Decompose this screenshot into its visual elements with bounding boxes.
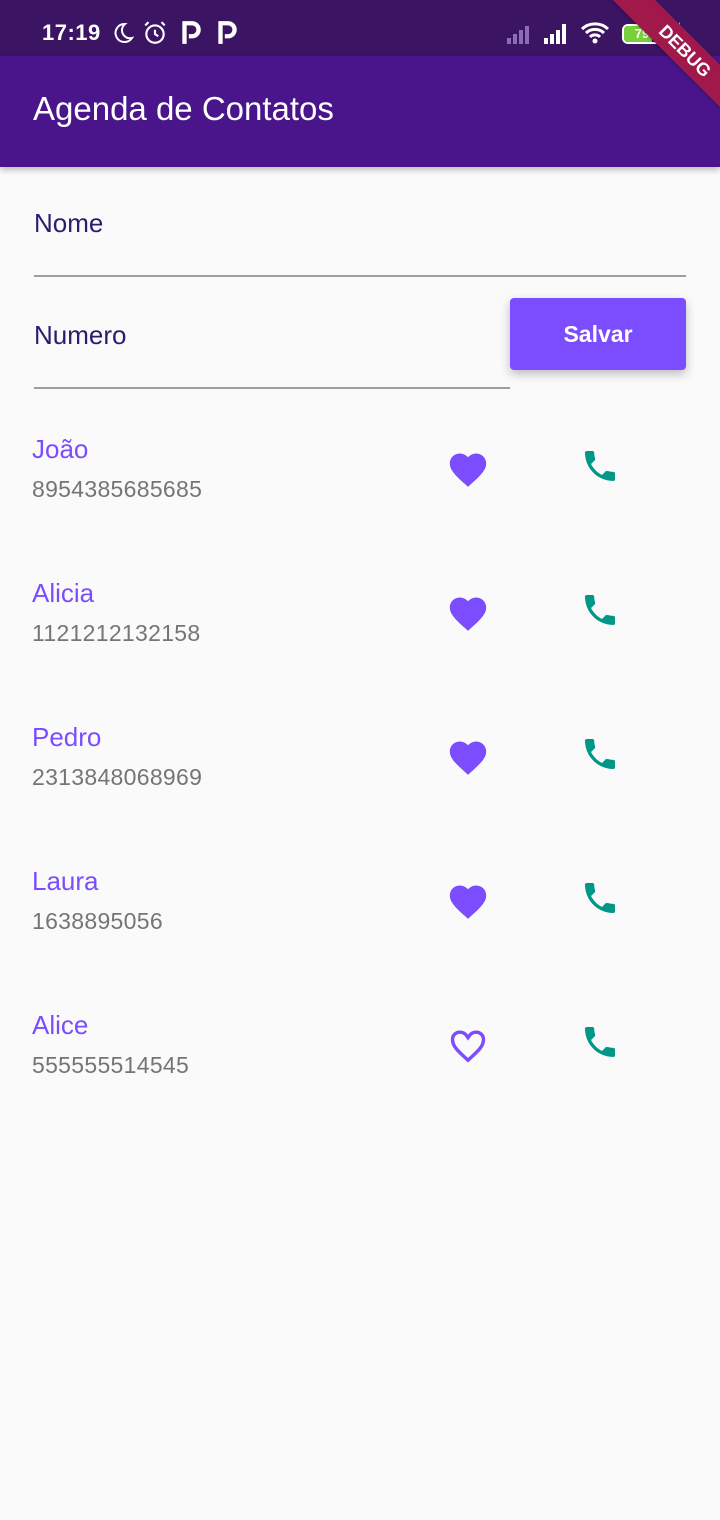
list-item[interactable]: Alicia 1121212132158 xyxy=(0,574,720,718)
phone-icon[interactable] xyxy=(572,1014,628,1070)
status-bar: 17:19 79 xyxy=(0,0,720,56)
contact-number: 1638895056 xyxy=(32,908,163,934)
heart-filled-icon[interactable] xyxy=(440,584,496,640)
contact-name: Alice xyxy=(32,1010,89,1040)
page-title: Agenda de Contatos xyxy=(33,90,334,127)
signal-icon xyxy=(542,20,572,48)
moon-icon xyxy=(110,20,134,48)
list-item[interactable]: Pedro 2313848068969 xyxy=(0,718,720,862)
phone-icon[interactable] xyxy=(572,582,628,638)
contact-name: João xyxy=(32,434,89,464)
list-item[interactable]: Alice 555555514545 xyxy=(0,1006,720,1150)
status-time: 17:19 xyxy=(42,20,101,45)
name-field-underline xyxy=(34,275,686,277)
contact-number: 8954385685685 xyxy=(32,476,203,502)
contact-name: Alicia xyxy=(32,578,95,608)
phone-icon[interactable] xyxy=(572,438,628,494)
contact-number: 2313848068969 xyxy=(32,764,203,790)
phone-icon[interactable] xyxy=(572,870,628,926)
heart-filled-icon[interactable] xyxy=(440,872,496,928)
wifi-icon xyxy=(580,20,610,48)
contact-name: Laura xyxy=(32,866,99,896)
contact-number: 1121212132158 xyxy=(32,620,201,646)
signal-off-icon xyxy=(506,20,534,48)
phone-icon[interactable] xyxy=(572,726,628,782)
contact-number: 555555514545 xyxy=(32,1052,190,1078)
list-item[interactable]: Laura 1638895056 xyxy=(0,862,720,1006)
heart-filled-icon[interactable] xyxy=(440,728,496,784)
p-app-icon xyxy=(180,20,202,48)
number-input[interactable] xyxy=(34,316,510,356)
heart-filled-icon[interactable] xyxy=(440,440,496,496)
app-bar: Agenda de Contatos xyxy=(0,56,720,167)
contact-name: Pedro xyxy=(32,722,102,752)
name-input[interactable] xyxy=(34,204,686,244)
number-field-underline xyxy=(34,387,510,389)
list-item[interactable]: João 8954385685685 xyxy=(0,430,720,574)
number-field[interactable]: Numero xyxy=(34,302,510,390)
p-app-icon xyxy=(216,20,238,48)
name-field[interactable]: Nome xyxy=(34,190,686,278)
heart-outline-icon[interactable] xyxy=(440,1016,496,1072)
save-button[interactable]: Salvar xyxy=(510,298,686,370)
alarm-icon xyxy=(142,20,168,48)
